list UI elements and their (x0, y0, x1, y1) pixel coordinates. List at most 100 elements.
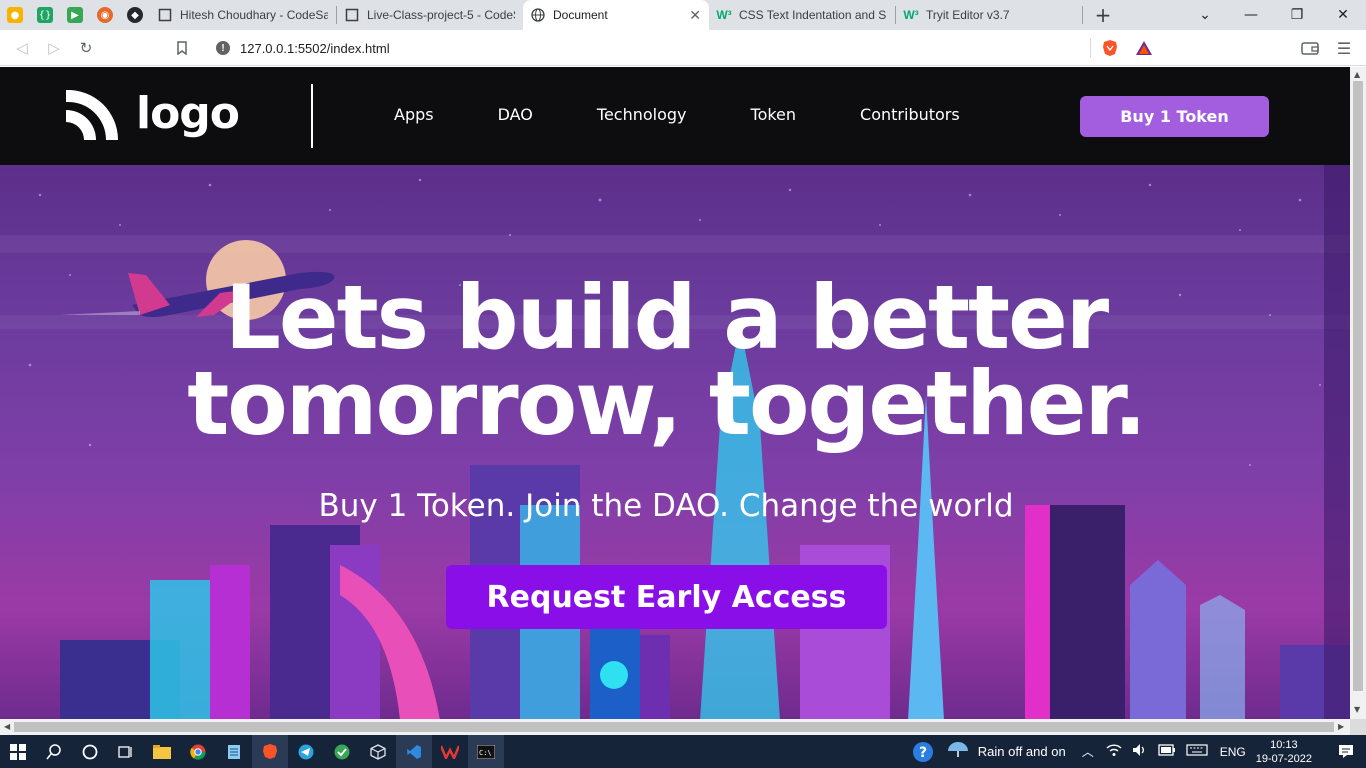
task-view-icon[interactable] (108, 735, 144, 768)
site-logo[interactable]: logo (62, 84, 240, 142)
nav-link-token[interactable]: Token (751, 105, 797, 124)
w3schools-icon: W³ (716, 8, 732, 22)
battery-icon[interactable] (1158, 744, 1176, 759)
tab-hitesh[interactable]: Hitesh Choudhary - CodeSan (150, 0, 336, 30)
codesandbox-icon (345, 8, 359, 22)
telegram-icon[interactable] (288, 735, 324, 768)
menu-icon[interactable]: ☰ (1332, 36, 1356, 60)
scroll-left-icon[interactable]: ◀ (4, 722, 10, 731)
tab-label: Document (553, 8, 608, 22)
horizontal-scroll-thumb[interactable] (14, 722, 1334, 732)
nav-link-dao[interactable]: DAO (498, 105, 533, 124)
tab-label: Hitesh Choudhary - CodeSan (180, 8, 328, 22)
terminal-icon[interactable]: C:\ (468, 735, 504, 768)
show-hidden-icons-icon[interactable]: ︿ (1082, 743, 1094, 760)
w3schools-icon: W³ (903, 8, 919, 22)
site-info-icon[interactable]: ! (216, 41, 230, 55)
windows-start-icon[interactable] (0, 735, 36, 768)
globe-icon (531, 8, 545, 22)
vertical-scrollbar[interactable]: ▲ ▼ (1350, 67, 1366, 719)
wallet-icon[interactable] (1298, 36, 1322, 60)
nav-divider (311, 84, 313, 148)
new-tab-button[interactable]: + (1089, 1, 1117, 29)
keyboard-icon[interactable] (1186, 744, 1208, 759)
cortana-icon[interactable] (72, 735, 108, 768)
reload-button[interactable]: ↻ (70, 32, 102, 64)
wifi-icon[interactable] (1106, 743, 1122, 760)
nav-link-apps[interactable]: Apps (394, 105, 434, 124)
scroll-right-icon[interactable]: ▶ (1338, 722, 1344, 731)
svg-text:?: ? (919, 745, 927, 761)
window-controls: ⌄ — ❐ ✕ (1182, 0, 1366, 30)
clock-date: 19-07-2022 (1255, 752, 1312, 765)
circle-logo-icon: ◉ (97, 7, 113, 23)
restore-button[interactable]: ❐ (1274, 0, 1320, 30)
windows-taskbar: C:\ ? Rain off and on ︿ ENG 10:13 19-07-… (0, 735, 1366, 768)
forward-button[interactable]: ▷ (38, 32, 70, 64)
vscode-icon[interactable] (396, 735, 432, 768)
tab-document[interactable]: Document ✕ (523, 0, 709, 30)
language-indicator[interactable]: ENG (1220, 745, 1246, 759)
tab-tryit[interactable]: W³ Tryit Editor v3.7 (896, 0, 1082, 30)
pinned-tab-browser[interactable]: ◉ (90, 0, 120, 30)
vpn-shield-icon[interactable] (324, 735, 360, 768)
vertical-scroll-thumb[interactable] (1353, 81, 1363, 691)
close-tab-icon[interactable]: ✕ (683, 7, 701, 24)
url-text: 127.0.0.1:5502/index.html (240, 40, 390, 56)
tab-search-icon[interactable]: ⌄ (1182, 0, 1228, 30)
site-navbar: logo Apps DAO Technology Token Contribut… (0, 67, 1350, 165)
rss-logo-icon (66, 89, 119, 140)
svg-text:C:\: C:\ (479, 749, 492, 757)
nav-links: Apps DAO Technology Token Contributors (394, 105, 1024, 124)
pinned-tabs: ● {} ▶ ◉ ◆ (0, 0, 150, 30)
tab-live-class[interactable]: Live-Class-project-5 - CodeS (337, 0, 523, 30)
weather-text[interactable]: Rain off and on (978, 744, 1066, 759)
hero-section: Lets build a better tomorrow, together. … (0, 165, 1350, 719)
clock-time: 10:13 (1270, 738, 1298, 751)
request-early-access-button[interactable]: Request Early Access (446, 565, 887, 629)
nav-link-contributors[interactable]: Contributors (860, 105, 960, 124)
github-icon: ◆ (127, 7, 143, 23)
cube-app-icon[interactable] (360, 735, 396, 768)
back-button[interactable]: ◁ (6, 32, 38, 64)
weather-umbrella-icon[interactable] (946, 741, 970, 762)
tab-css-text[interactable]: W³ CSS Text Indentation and Sp (709, 0, 895, 30)
scroll-down-icon[interactable]: ▼ (1354, 705, 1360, 714)
pinned-tab-github[interactable]: ◆ (120, 0, 150, 30)
address-bar[interactable]: ! 127.0.0.1:5502/index.html (206, 34, 1161, 62)
nav-link-technology[interactable]: Technology (597, 105, 687, 124)
headline-line-2: tomorrow, together. (187, 352, 1147, 455)
close-window-button[interactable]: ✕ (1320, 0, 1366, 30)
brave-rewards-icon[interactable] (1135, 39, 1153, 57)
search-icon[interactable] (36, 735, 72, 768)
hero-headline: Lets build a better tomorrow, together. (0, 274, 1332, 448)
codesandbox-icon (158, 8, 172, 22)
buy-token-button[interactable]: Buy 1 Token (1080, 96, 1269, 137)
tab-label: Tryit Editor v3.7 (926, 8, 1010, 22)
scroll-up-icon[interactable]: ▲ (1354, 70, 1360, 79)
bulb-icon: ● (7, 7, 23, 23)
pinned-tab-sheets[interactable]: {} (30, 0, 60, 30)
taskbar-clock[interactable]: 10:13 19-07-2022 (1256, 738, 1312, 766)
browser-toolbar: ◁ ▷ ↻ ! 127.0.0.1:5502/index.html ☰ (0, 30, 1366, 66)
pinned-tab-play[interactable]: ▶ (60, 0, 90, 30)
bookmark-icon[interactable] (166, 32, 198, 64)
hero-subheadline: Buy 1 Token. Join the DAO. Change the wo… (318, 488, 1014, 524)
page-viewport: logo Apps DAO Technology Token Contribut… (0, 67, 1350, 719)
notepad-icon[interactable] (216, 735, 252, 768)
notifications-icon[interactable] (1326, 744, 1366, 759)
file-explorer-icon[interactable] (144, 735, 180, 768)
volume-icon[interactable] (1132, 743, 1148, 760)
address-divider (1090, 38, 1091, 58)
brave-shields-icon[interactable] (1101, 39, 1119, 57)
help-icon[interactable]: ? (910, 741, 936, 763)
pinned-tab-keep[interactable]: ● (0, 0, 30, 30)
wps-office-icon[interactable] (432, 735, 468, 768)
minimize-button[interactable]: — (1228, 0, 1274, 30)
chrome-icon[interactable] (180, 735, 216, 768)
scrollbar-corner (1350, 719, 1366, 735)
logo-text: logo (136, 87, 240, 139)
horizontal-scrollbar[interactable]: ◀ ▶ (0, 719, 1350, 735)
brave-taskbar-icon[interactable] (252, 735, 288, 768)
brackets-icon: {} (37, 7, 53, 23)
